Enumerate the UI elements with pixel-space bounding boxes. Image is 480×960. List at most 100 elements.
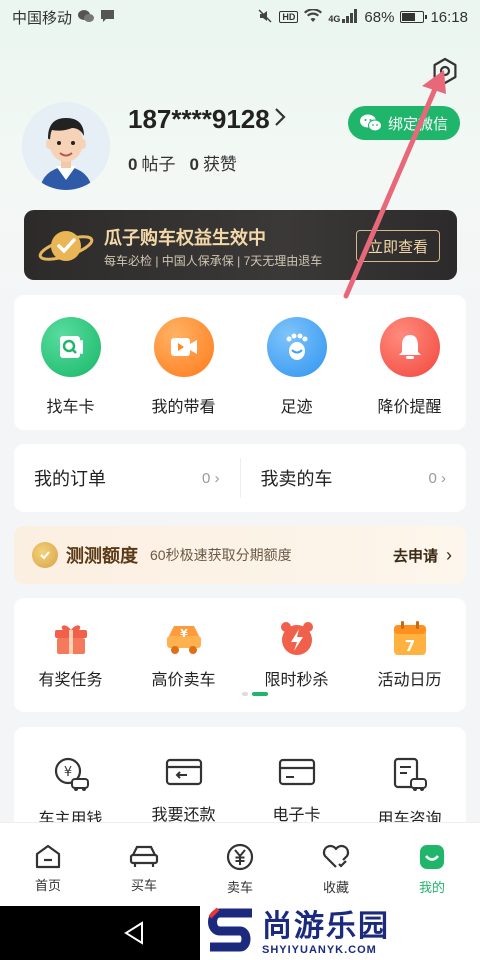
battery-icon: [400, 11, 428, 23]
posts-stat[interactable]: 0 帖子: [128, 150, 175, 175]
sell-car-icon: ¥: [166, 626, 201, 654]
consult-icon: [393, 757, 427, 791]
battery-fill: [402, 13, 416, 21]
my-orders-label: 我的订单: [34, 469, 106, 489]
tab-favorites-label: 收藏: [322, 880, 349, 895]
back-triangle-icon: [124, 921, 143, 945]
chevron-right-icon: ›: [446, 544, 452, 565]
banner-subtitle: 每车必检 | 中国人保承保 | 7天无理由退车: [104, 254, 323, 268]
my-orders-link[interactable]: 我的订单 0 ›: [14, 465, 240, 491]
tab-buy-label: 买车: [130, 878, 157, 893]
sold-cars-link[interactable]: 我卖的车 0 ›: [241, 465, 467, 491]
chevron-right-icon: [274, 107, 286, 133]
signal-icon: [342, 8, 358, 26]
credit-quota-banner[interactable]: 测测额度 60秒极速获取分期额度 去申请 ›: [14, 526, 466, 584]
gift-icon: [54, 625, 87, 654]
mute-icon: [257, 8, 273, 27]
svg-text:¥: ¥: [63, 765, 71, 780]
benefits-banner[interactable]: 瓜子购车权益生效中 每车必检 | 中国人保承保 | 7天无理由退车 立即查看: [24, 210, 457, 280]
battery-percent: 68%: [364, 8, 395, 26]
services-card: ¥ 车主用钱 我要还款 电子卡 用车咨询: [14, 727, 466, 837]
sold-cars-count-wrap: 0 ›: [428, 470, 446, 487]
home-icon: [35, 844, 61, 869]
network-type: 4G: [328, 13, 341, 24]
watermark-cn: 尚游乐园: [262, 910, 390, 943]
quota-description: 60秒极速获取分期额度: [150, 547, 292, 563]
message-notification-icon: [100, 9, 115, 26]
sold-cars-label: 我卖的车: [260, 469, 333, 489]
calendar-icon: 7: [393, 621, 426, 655]
hexagon-settings-icon: [433, 57, 457, 85]
site-watermark: 尚游乐园 SHYIYUANYK.COM: [200, 906, 480, 960]
wechat-icon: [359, 114, 382, 132]
watermark-en: SHYIYUANYK.COM: [262, 944, 377, 956]
coin-icon: [32, 542, 58, 568]
flash-sale-icon: [280, 622, 313, 655]
posts-label: 帖子: [141, 155, 176, 174]
bind-wechat-button[interactable]: 绑定微信: [348, 106, 460, 140]
tab-home-label: 首页: [34, 878, 61, 893]
apply-link[interactable]: 去申请: [393, 545, 438, 566]
likes-label: 获赞: [202, 155, 237, 174]
pager-dot: [242, 692, 248, 696]
nav-back-button[interactable]: [122, 920, 146, 951]
yuan-icon: [226, 843, 254, 871]
tab-buy[interactable]: 买车: [104, 843, 184, 906]
hd-badge: HD: [279, 11, 299, 23]
pager-dot-active: [252, 692, 268, 696]
banner-title: 瓜子购车权益生效中: [104, 228, 266, 248]
wifi-icon: [304, 7, 323, 26]
chevron-right-icon: ›: [214, 469, 220, 487]
footprint-label: 足迹: [280, 399, 313, 416]
tab-favorites[interactable]: 收藏: [296, 843, 376, 906]
footprint-icon: [266, 317, 327, 377]
tab-mine[interactable]: 我的: [392, 843, 472, 906]
posts-count: 0: [128, 155, 138, 174]
bell-icon: [379, 317, 440, 377]
quick-action-price-alert[interactable]: 降价提醒: [360, 317, 460, 430]
tab-sell-label: 卖车: [226, 880, 253, 895]
flash-sale-label: 限时秒杀: [264, 672, 329, 689]
calendar-day: 7: [404, 637, 414, 655]
price-alert-label: 降价提醒: [377, 399, 442, 416]
phone-number-link[interactable]: 187****9128: [128, 104, 286, 135]
quick-action-my-viewings[interactable]: 我的带看: [134, 317, 234, 430]
carrier-label: 中国移动: [12, 9, 73, 27]
tab-home[interactable]: 首页: [8, 843, 88, 906]
profile-icon: [420, 845, 444, 869]
avatar[interactable]: [22, 102, 110, 190]
task-flash-sale[interactable]: 限时秒杀: [242, 618, 352, 712]
likes-count: 0: [189, 155, 199, 174]
sell-high-label: 高价卖车: [151, 672, 216, 689]
quota-title: 测测额度: [66, 546, 138, 566]
status-bar: 中国移动 HD 4G 68% 16:18: [0, 0, 480, 34]
task-reward-missions[interactable]: 有奖任务: [16, 618, 126, 712]
svg-text:¥: ¥: [180, 627, 188, 640]
phone-number: 187****9128: [128, 104, 270, 134]
quick-actions-card: 找车卡 我的带看 足迹 降价提醒: [14, 295, 466, 430]
pager-dots: [242, 692, 268, 696]
chevron-right-icon: ›: [441, 469, 446, 487]
find-car-card-label: 找车卡: [46, 399, 95, 416]
planet-badge-icon: [38, 222, 94, 275]
view-now-button[interactable]: 立即查看: [356, 230, 440, 262]
heart-icon: [322, 844, 350, 868]
video-icon: [153, 317, 214, 377]
orders-card: 我的订单 0 › 我卖的车 0 ›: [14, 444, 466, 512]
bind-wechat-label: 绑定微信: [387, 115, 448, 133]
tab-mine-label: 我的: [418, 880, 445, 895]
clock: 16:18: [430, 8, 468, 26]
task-sell-high[interactable]: ¥ 高价卖车: [129, 618, 239, 712]
quick-action-find-car-card[interactable]: 找车卡: [21, 317, 121, 430]
car-icon: [129, 845, 159, 867]
my-viewings-label: 我的带看: [151, 399, 216, 416]
watermark-logo: [200, 906, 262, 960]
wechat-notification-icon: [78, 9, 95, 26]
tab-sell[interactable]: 卖车: [200, 843, 280, 906]
settings-button[interactable]: [428, 54, 462, 88]
task-event-calendar[interactable]: 7 活动日历: [355, 618, 465, 712]
likes-stat[interactable]: 0 获赞: [189, 150, 236, 175]
quick-action-footprint[interactable]: 足迹: [247, 317, 347, 430]
reward-missions-label: 有奖任务: [38, 672, 103, 689]
profile-stats: 0 帖子 0 获赞: [128, 150, 237, 175]
